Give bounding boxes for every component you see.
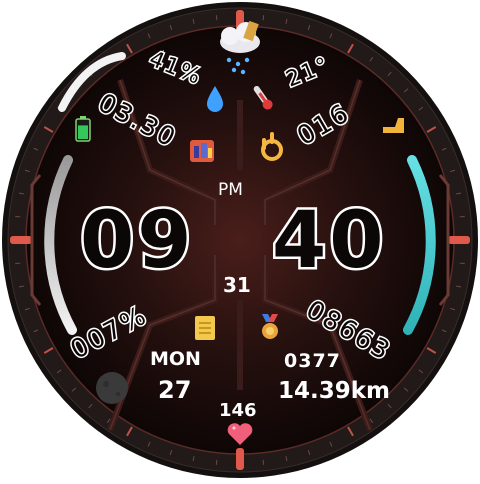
- bezel-tick: [15, 215, 21, 218]
- bezel-tick: [15, 262, 21, 265]
- ampm-label: PM: [218, 180, 243, 200]
- calendar-day-value: 27: [158, 376, 192, 404]
- bezel-tick: [262, 459, 265, 465]
- city-icon: [190, 140, 214, 162]
- distance-value: 14.39km: [278, 378, 391, 404]
- bezel-tick: [459, 262, 465, 265]
- bezel-tick: [215, 15, 218, 21]
- calories-value: 0377: [284, 350, 341, 372]
- battery-icon: [75, 116, 91, 142]
- hours-value: 09: [78, 196, 195, 286]
- minutes-value: 40: [270, 196, 387, 286]
- marker-3: [448, 236, 470, 244]
- marker-6: [236, 448, 244, 470]
- notepad-icon: [195, 316, 215, 340]
- moon-phase-icon: [96, 372, 128, 404]
- marker-9: [10, 236, 32, 244]
- heart-rate-value: 146: [219, 400, 257, 421]
- bezel-tick: [215, 459, 218, 465]
- bezel-tick: [262, 15, 265, 21]
- date-day-value: 31: [223, 273, 251, 297]
- watch-face: 41% 21° 03.30 016 PM 09 40 31 007% 08663…: [0, 0, 480, 480]
- weekday-label: MON: [150, 348, 201, 370]
- bezel-tick: [459, 215, 465, 218]
